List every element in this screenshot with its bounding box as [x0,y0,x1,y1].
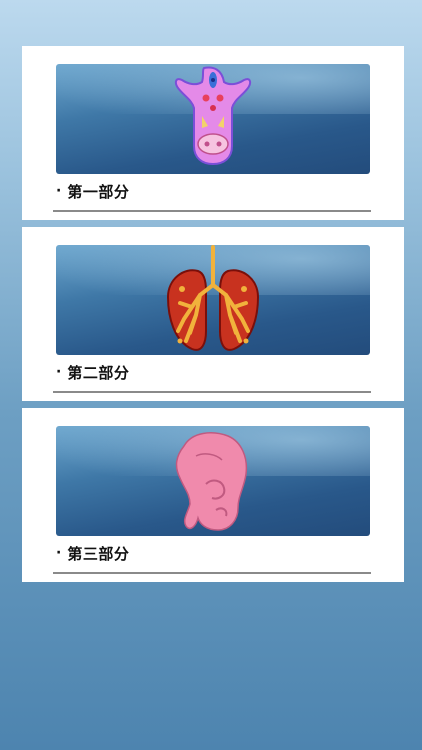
section-2-title[interactable]: 第二部分 [67,362,129,383]
section-1-title-row[interactable]: · 第一部分 [56,179,129,203]
section-3-title[interactable]: 第三部分 [67,543,129,564]
section-1-divider [53,210,371,212]
section-card-3[interactable]: · 第三部分 [22,408,404,582]
lungs-icon [166,245,260,351]
section-1-title[interactable]: 第一部分 [67,181,129,202]
embryo-icon [175,432,248,531]
section-2-thumbnail[interactable] [56,245,370,355]
section-card-2[interactable]: · 第二部分 [22,227,404,401]
embryo-cross-section-icon [174,66,252,166]
bullet-dot: · [56,183,62,199]
section-3-thumbnail[interactable] [56,426,370,536]
section-3-divider [53,572,371,574]
bullet-dot: · [56,545,62,561]
section-card-1[interactable]: · 第一部分 [22,46,404,220]
section-2-title-row[interactable]: · 第二部分 [56,360,129,384]
section-2-divider [53,391,371,393]
section-3-title-row[interactable]: · 第三部分 [56,541,129,565]
bullet-dot: · [56,364,62,380]
section-1-thumbnail[interactable] [56,64,370,174]
